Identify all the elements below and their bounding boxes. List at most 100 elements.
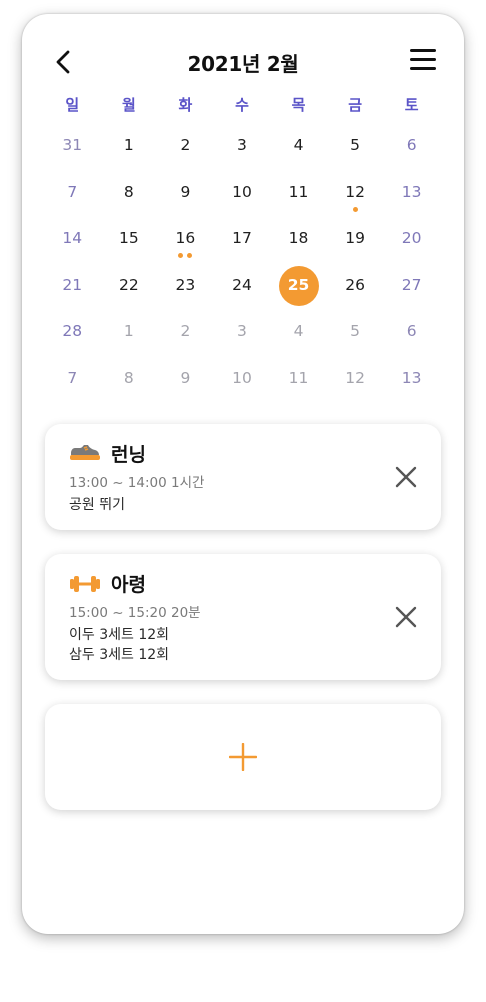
- calendar-day[interactable]: 5: [327, 312, 384, 359]
- calendar-day[interactable]: 24: [214, 266, 271, 313]
- calendar-day[interactable]: 11: [270, 173, 327, 220]
- calendar-day[interactable]: 8: [101, 359, 158, 406]
- calendar-day[interactable]: 6: [383, 126, 440, 173]
- running-shoe-icon: [70, 445, 100, 460]
- month-title: 2021년 2월: [187, 52, 299, 76]
- calendar-day[interactable]: 9: [157, 359, 214, 406]
- event-note: 공원 뛰기: [69, 497, 125, 513]
- calendar-day[interactable]: 22: [101, 266, 158, 313]
- weekday-header-row: 일 월 화 수 목 금 토: [44, 94, 440, 118]
- calendar-day[interactable]: 1: [101, 312, 158, 359]
- calendar-day[interactable]: 19: [327, 219, 384, 266]
- calendar-day[interactable]: 13: [383, 359, 440, 406]
- calendar-day[interactable]: 9: [157, 173, 214, 220]
- event-card-running[interactable]: 런닝 13:00 ~ 14:00 1시간 공원 뛰기: [45, 424, 441, 530]
- calendar-day[interactable]: 10: [214, 359, 271, 406]
- add-event-button[interactable]: [45, 704, 441, 810]
- day-number: 4: [293, 136, 304, 154]
- calendar-day[interactable]: 26: [327, 266, 384, 313]
- calendar-day[interactable]: 3: [214, 312, 271, 359]
- calendar-day[interactable]: 7: [44, 173, 101, 220]
- day-number: 12: [345, 182, 365, 201]
- event-dot: [178, 253, 184, 259]
- calendar-day[interactable]: 11: [270, 359, 327, 406]
- event-title: 런닝: [111, 444, 146, 466]
- day-number: 26: [345, 275, 365, 294]
- calendar-day[interactable]: 12: [327, 359, 384, 406]
- day-number: 12: [345, 368, 365, 387]
- calendar-day[interactable]: 23: [157, 266, 214, 313]
- calendar-day[interactable]: 3: [214, 126, 271, 173]
- day-number: 31: [62, 136, 83, 154]
- event-title: 아령: [111, 574, 146, 596]
- calendar-grid: 31 1 2 3 4 5 6 7 8 9 10 11 12 13 14 15 16 17 18 19 20 21 22 23 2…: [44, 126, 440, 406]
- calendar-day[interactable]: 8: [101, 173, 158, 220]
- event-indicator: [270, 299, 327, 305]
- weekday-label: 수: [235, 96, 249, 114]
- day-number: 16: [175, 229, 196, 248]
- event-dot: [352, 206, 358, 212]
- plus-icon: [229, 743, 257, 771]
- day-number: 17: [232, 229, 252, 248]
- phone-screen: 2021년 2월 일 월 화 수 목 금 토 31 1 2 3 4 5 6 7 8 9 10 11 12…: [22, 14, 464, 934]
- day-number: 11: [288, 368, 309, 387]
- calendar-day[interactable]: 18: [270, 219, 327, 266]
- event-note: 이두 3세트 12회: [69, 627, 170, 643]
- event-indicator: [157, 253, 214, 259]
- calendar-day[interactable]: 1: [101, 126, 158, 173]
- day-number: 19: [345, 229, 365, 248]
- calendar-day[interactable]: 31: [44, 126, 101, 173]
- calendar-day[interactable]: 5: [327, 126, 384, 173]
- delete-event-button[interactable]: [393, 604, 419, 630]
- day-number: 28: [62, 322, 83, 341]
- calendar-day[interactable]: 28: [44, 312, 101, 359]
- event-time: 15:00 ~ 15:20 20분: [69, 605, 201, 621]
- calendar-day[interactable]: 14: [44, 219, 101, 266]
- calendar-day[interactable]: 10: [214, 173, 271, 220]
- event-time: 13:00 ~ 14:00 1시간: [69, 475, 205, 491]
- calendar-day[interactable]: 15: [101, 219, 158, 266]
- day-number: 1: [123, 322, 134, 341]
- hamburger-menu-icon: [410, 49, 436, 70]
- calendar-day[interactable]: 20: [383, 219, 440, 266]
- day-number: 22: [118, 275, 139, 294]
- calendar-day[interactable]: 12: [327, 173, 384, 220]
- day-number: 2: [180, 136, 191, 154]
- day-number: 5: [350, 322, 361, 341]
- calendar-day[interactable]: 27: [383, 266, 440, 313]
- delete-event-button[interactable]: [393, 464, 419, 490]
- calendar-day[interactable]: 13: [383, 173, 440, 220]
- day-number: 13: [401, 182, 422, 201]
- close-icon: [395, 466, 417, 488]
- calendar-day[interactable]: 4: [270, 126, 327, 173]
- calendar-day[interactable]: 6: [383, 312, 440, 359]
- day-number: 18: [288, 229, 309, 248]
- day-number: 1: [123, 136, 134, 154]
- weekday-label: 금: [348, 96, 362, 114]
- calendar-header: 2021년 2월: [22, 44, 464, 80]
- day-number: 14: [62, 229, 83, 248]
- calendar-day[interactable]: 25: [270, 265, 327, 313]
- day-number: 10: [232, 182, 252, 201]
- event-card-dumbbell[interactable]: 아령 15:00 ~ 15:20 20분 이두 3세트 12회 삼두 3세트 1…: [45, 554, 441, 680]
- day-number: 8: [123, 368, 134, 387]
- day-number: 5: [350, 136, 361, 154]
- day-number: 9: [180, 182, 191, 201]
- day-number: 2: [180, 322, 191, 341]
- dumbbell-icon: [70, 576, 100, 592]
- day-number: 20: [401, 229, 422, 248]
- calendar-day[interactable]: 2: [157, 312, 214, 359]
- calendar-day[interactable]: 17: [214, 219, 271, 266]
- day-number: 27: [401, 275, 422, 294]
- calendar-day[interactable]: 7: [44, 359, 101, 406]
- calendar-day[interactable]: 21: [44, 266, 101, 313]
- calendar-day[interactable]: 16: [157, 219, 214, 266]
- calendar-day[interactable]: 4: [270, 312, 327, 359]
- day-number: 10: [232, 368, 252, 387]
- day-number: 3: [237, 136, 247, 154]
- calendar-day[interactable]: 2: [157, 126, 214, 173]
- menu-button[interactable]: [410, 49, 436, 73]
- day-number: 8: [123, 182, 134, 201]
- day-number: 3: [237, 322, 247, 341]
- day-number: 15: [118, 229, 139, 248]
